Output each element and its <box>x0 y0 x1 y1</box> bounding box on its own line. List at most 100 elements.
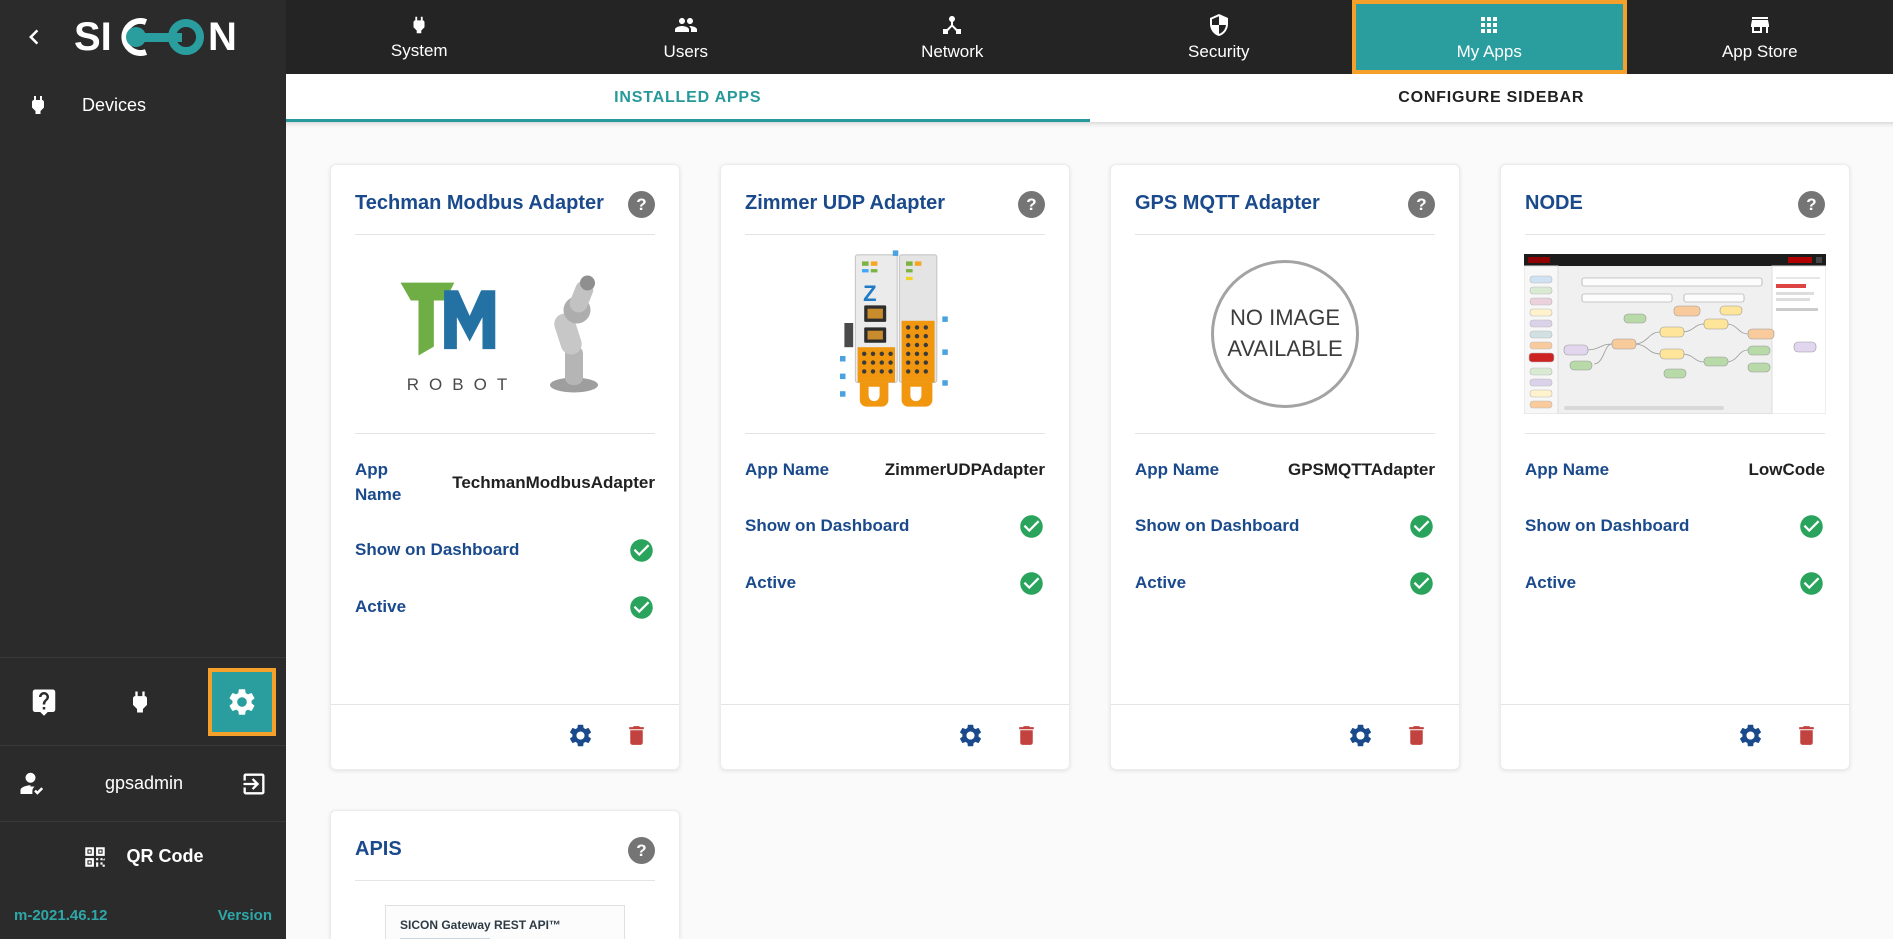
rest-api-doc-title: SICON Gateway REST API™ <box>400 918 561 932</box>
app-card-gps-mqtt-adapter: GPS MQTT Adapter ? NO IMAGE AVAILABLE Ap… <box>1110 164 1460 770</box>
field-show-on-dashboard: Show on Dashboard <box>745 513 1045 540</box>
help-icon[interactable]: ? <box>1798 191 1825 218</box>
card-title: NODE <box>1525 192 1583 214</box>
field-show-on-dashboard: Show on Dashboard <box>1135 513 1435 540</box>
card-header: Techman Modbus Adapter ? <box>331 165 679 234</box>
app-name-value: TechmanModbusAdapter <box>452 472 655 492</box>
configure-app-button[interactable] <box>1737 722 1764 749</box>
qr-code-icon <box>82 844 108 870</box>
card-actions <box>1501 704 1849 769</box>
configure-app-button[interactable] <box>957 722 984 749</box>
nav-label: App Store <box>1721 41 1798 61</box>
field-app-name: App Name TechmanModbusAdapter <box>355 458 655 507</box>
usb-device-button[interactable] <box>112 674 168 730</box>
shield-icon <box>1207 13 1231 37</box>
field-app-name: App Name GPSMQTTAdapter <box>1135 458 1435 483</box>
field-active: Active <box>355 594 655 621</box>
card-header: APIS ? <box>331 811 679 880</box>
field-label: App Name <box>355 460 402 504</box>
card-header: NODE ? <box>1501 165 1849 234</box>
app-image-zimmer-device: Z <box>721 235 1069 433</box>
plug-icon <box>408 14 430 36</box>
field-active: Active <box>1525 570 1825 597</box>
card-actions <box>331 704 679 769</box>
field-label: App Name <box>745 460 830 479</box>
logo-text-left: SI <box>74 15 112 59</box>
configure-app-button[interactable] <box>567 722 594 749</box>
nav-label: Security <box>1188 41 1250 61</box>
help-chat-button[interactable] <box>16 674 72 730</box>
card-title: APIS <box>355 838 402 860</box>
field-active: Active <box>1135 570 1435 597</box>
help-icon[interactable]: ? <box>628 191 655 218</box>
sidebar-tools-row <box>0 657 286 745</box>
app-name-value: LowCode <box>1748 460 1826 480</box>
field-active: Active <box>745 570 1045 597</box>
tab-configure-sidebar[interactable]: CONFIGURE SIDEBAR <box>1090 74 1893 122</box>
app-card-apis: APIS ? SICON Gateway REST API™ <box>330 810 680 939</box>
usb-plug-icon <box>126 688 154 716</box>
user-name: gpsadmin <box>104 773 184 793</box>
check-circle-icon <box>1798 570 1825 597</box>
sidebar-logo-row: SI N <box>0 0 286 74</box>
qr-code-button[interactable]: QR Code <box>0 821 286 891</box>
tab-installed-apps[interactable]: INSTALLED APPS <box>286 74 1090 122</box>
check-circle-icon <box>1408 513 1435 540</box>
configure-app-button[interactable] <box>1347 722 1374 749</box>
sidebar-item-devices[interactable]: Devices <box>0 74 286 136</box>
nav-label: Network <box>921 41 984 61</box>
nav-item-my-apps-active[interactable]: My Apps <box>1352 0 1627 74</box>
nav-label: My Apps <box>1456 41 1522 61</box>
gear-icon <box>226 686 258 718</box>
delete-app-button[interactable] <box>624 723 649 748</box>
card-actions <box>721 704 1069 769</box>
app-window: SI N Devices gpsadmin QR Code m-2021.46.… <box>0 0 1893 939</box>
help-chat-icon <box>29 687 59 717</box>
nav-item-system[interactable]: System <box>286 0 553 74</box>
card-fields: App Name ZimmerUDPAdapter Show on Dashbo… <box>721 434 1069 627</box>
field-label: App Name <box>1525 460 1610 479</box>
collapse-sidebar-button[interactable] <box>14 17 54 57</box>
apps-grid-icon <box>1477 13 1501 37</box>
logout-button[interactable] <box>240 770 268 798</box>
field-app-name: App Name ZimmerUDPAdapter <box>745 458 1045 483</box>
check-circle-icon <box>628 594 655 621</box>
nav-item-users[interactable]: Users <box>553 0 820 74</box>
card-title: Techman Modbus Adapter <box>355 192 604 214</box>
top-navigation: System Users Network Security My Apps Ap… <box>286 0 1893 74</box>
card-header: GPS MQTT Adapter ? <box>1111 165 1459 234</box>
nav-label: Users <box>663 41 708 61</box>
network-hub-icon <box>940 13 964 37</box>
nav-item-security[interactable]: Security <box>1086 0 1353 74</box>
people-icon <box>674 13 698 37</box>
nav-label: System <box>390 40 448 60</box>
version-value: m-2021.46.12 <box>14 906 108 924</box>
card-fields: App Name GPSMQTTAdapter Show on Dashboar… <box>1111 434 1459 627</box>
help-icon[interactable]: ? <box>1408 191 1435 218</box>
delete-app-button[interactable] <box>1794 723 1819 748</box>
field-label: Active <box>1135 572 1187 592</box>
help-icon[interactable]: ? <box>628 837 655 864</box>
nav-item-app-store[interactable]: App Store <box>1627 0 1893 74</box>
nav-item-network[interactable]: Network <box>819 0 1086 74</box>
card-header: Zimmer UDP Adapter ? <box>721 165 1069 234</box>
logo-text-right: N <box>208 15 237 59</box>
field-label: Show on Dashboard <box>1135 515 1300 535</box>
card-title: GPS MQTT Adapter <box>1135 192 1320 214</box>
field-label: Active <box>1525 572 1577 592</box>
delete-app-button[interactable] <box>1014 723 1039 748</box>
check-circle-icon <box>1018 513 1045 540</box>
help-icon[interactable]: ? <box>1018 191 1045 218</box>
no-image-line2: AVAILABLE <box>1227 336 1343 361</box>
sicon-logo: SI N <box>64 14 272 60</box>
card-fields: App Name LowCode Show on Dashboard Activ… <box>1501 434 1849 627</box>
settings-button-highlighted[interactable] <box>208 667 276 736</box>
version-label: Version <box>217 906 272 924</box>
installed-apps-content: Techman Modbus Adapter ? ROBOT App Name … <box>286 122 1893 939</box>
main-area: System Users Network Security My Apps Ap… <box>286 0 1893 939</box>
field-label: Active <box>355 597 407 617</box>
no-image-available-badge: NO IMAGE AVAILABLE <box>1211 260 1359 408</box>
delete-app-button[interactable] <box>1404 723 1429 748</box>
app-name-value: GPSMQTTAdapter <box>1287 460 1435 480</box>
app-image-rest-api-doc: SICON Gateway REST API™ <box>331 881 679 939</box>
